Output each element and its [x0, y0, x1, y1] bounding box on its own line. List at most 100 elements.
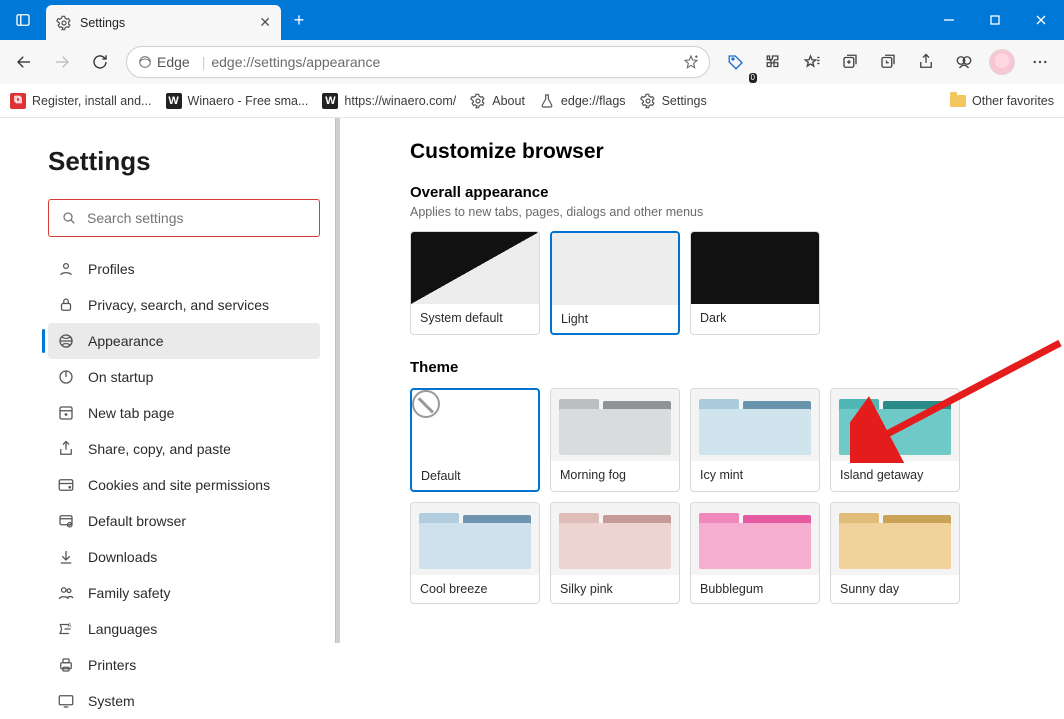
- appearance-option[interactable]: System default: [410, 231, 540, 335]
- flask-icon: [539, 93, 555, 109]
- sidebar-item[interactable]: Privacy, search, and services: [48, 287, 320, 323]
- sidebar-item[interactable]: Appearance: [48, 323, 320, 359]
- nav-icon: [56, 440, 76, 458]
- nav-icon: [56, 332, 76, 350]
- nav-icon: [56, 692, 76, 710]
- settings-main: Customize browser Overall appearance App…: [340, 118, 1064, 643]
- theme-preview: [411, 503, 539, 575]
- theme-option[interactable]: Cool breeze: [410, 502, 540, 604]
- theme-preview: [412, 390, 538, 462]
- omnibox-prefix: Edge: [157, 54, 190, 70]
- back-button[interactable]: [6, 44, 42, 80]
- folder-icon: [950, 95, 966, 107]
- bookmark-item[interactable]: Whttps://winaero.com/: [322, 93, 456, 109]
- sidebar-item-label: System: [88, 693, 135, 709]
- web-capture-button[interactable]: [946, 44, 982, 80]
- appearance-option-label: Dark: [691, 304, 819, 332]
- bookmark-item[interactable]: Settings: [640, 93, 707, 109]
- favicon-icon: W: [166, 93, 182, 109]
- nav-icon: [56, 656, 76, 674]
- sidebar-item[interactable]: Cookies and site permissions: [48, 467, 320, 503]
- theme-option[interactable]: Morning fog: [550, 388, 680, 492]
- theme-option-label: Silky pink: [551, 575, 679, 603]
- shopping-button[interactable]: [718, 44, 754, 80]
- appearance-section-subtitle: Applies to new tabs, pages, dialogs and …: [410, 205, 1044, 219]
- profile-button[interactable]: [984, 44, 1020, 80]
- browser-tab[interactable]: Settings ✕: [46, 5, 281, 40]
- theme-option-label: Sunny day: [831, 575, 959, 603]
- address-bar[interactable]: Edge | edge://settings/appearance: [126, 46, 710, 78]
- window-minimize-button[interactable]: [926, 0, 972, 40]
- bookmark-label: Register, install and...: [32, 94, 152, 108]
- history-button[interactable]: [870, 44, 906, 80]
- forward-button[interactable]: [44, 44, 80, 80]
- sidebar-item[interactable]: Downloads: [48, 539, 320, 575]
- collections-icon: [841, 53, 859, 71]
- sidebar-item-label: New tab page: [88, 405, 174, 421]
- avatar-icon: [989, 49, 1015, 75]
- favorites-button[interactable]: [794, 44, 830, 80]
- web-capture-icon: [955, 53, 973, 71]
- share-button[interactable]: [908, 44, 944, 80]
- settings-nav: ProfilesPrivacy, search, and servicesApp…: [48, 251, 320, 719]
- tab-actions-button[interactable]: [0, 11, 46, 29]
- browser-toolbar: Edge | edge://settings/appearance: [0, 40, 1064, 84]
- puzzle-icon: [765, 53, 783, 71]
- theme-option[interactable]: Bubblegum: [690, 502, 820, 604]
- window-close-button[interactable]: [1018, 0, 1064, 40]
- window-maximize-button[interactable]: [972, 0, 1018, 40]
- bookmark-item[interactable]: edge://flags: [539, 93, 626, 109]
- ellipsis-icon: [1031, 53, 1049, 71]
- tab-close-button[interactable]: ✕: [259, 14, 271, 31]
- tag-icon: [727, 53, 745, 71]
- app-menu-button[interactable]: [1022, 44, 1058, 80]
- theme-option[interactable]: Island getaway: [830, 388, 960, 492]
- sidebar-item[interactable]: Family safety: [48, 575, 320, 611]
- bookmark-item[interactable]: ⧉Register, install and...: [10, 93, 152, 109]
- bookmark-label: Settings: [662, 94, 707, 108]
- settings-search[interactable]: [48, 199, 320, 237]
- theme-option[interactable]: Default: [410, 388, 540, 492]
- bookmark-item[interactable]: About: [470, 93, 525, 109]
- window-controls: [926, 0, 1064, 40]
- collections-button[interactable]: [832, 44, 868, 80]
- minimize-icon: [941, 12, 957, 28]
- theme-option[interactable]: Silky pink: [550, 502, 680, 604]
- bookmark-label: https://winaero.com/: [344, 94, 456, 108]
- theme-preview: [691, 503, 819, 575]
- sidebar-item[interactable]: Printers: [48, 647, 320, 683]
- theme-option[interactable]: Sunny day: [830, 502, 960, 604]
- sidebar-item[interactable]: A Languages: [48, 611, 320, 647]
- nav-icon: [56, 404, 76, 422]
- appearance-preview: [552, 233, 678, 305]
- omnibox-actions: [683, 54, 699, 70]
- sidebar-item-label: Languages: [88, 621, 157, 637]
- theme-preview: [551, 389, 679, 461]
- sidebar-item[interactable]: Share, copy, and paste: [48, 431, 320, 467]
- sidebar-item[interactable]: System: [48, 683, 320, 719]
- appearance-option[interactable]: Dark: [690, 231, 820, 335]
- sidebar-item[interactable]: Default browser: [48, 503, 320, 539]
- search-icon: [61, 210, 77, 226]
- sidebar-item[interactable]: Profiles: [48, 251, 320, 287]
- appearance-option[interactable]: Light: [550, 231, 680, 335]
- sidebar-item[interactable]: On startup: [48, 359, 320, 395]
- theme-preview: [831, 503, 959, 575]
- extensions-button[interactable]: [756, 44, 792, 80]
- refresh-button[interactable]: [82, 44, 118, 80]
- settings-search-input[interactable]: [87, 210, 307, 226]
- omnibox-divider: |: [202, 54, 206, 70]
- settings-sidebar: Settings ProfilesPrivacy, search, and se…: [0, 118, 340, 643]
- nav-icon: A: [56, 620, 76, 638]
- sidebar-item[interactable]: New tab page: [48, 395, 320, 431]
- star-add-icon[interactable]: [683, 54, 699, 70]
- refresh-icon: [91, 53, 109, 71]
- bookmark-item[interactable]: WWinaero - Free sma...: [166, 93, 309, 109]
- new-tab-button[interactable]: +: [281, 10, 317, 31]
- theme-option[interactable]: Icy mint: [690, 388, 820, 492]
- theme-section-title: Theme: [410, 359, 1044, 376]
- arrow-left-icon: [15, 53, 33, 71]
- other-favorites-button[interactable]: Other favorites: [950, 94, 1054, 108]
- appearance-preview: [411, 232, 539, 304]
- page-content: Settings ProfilesPrivacy, search, and se…: [0, 118, 1064, 643]
